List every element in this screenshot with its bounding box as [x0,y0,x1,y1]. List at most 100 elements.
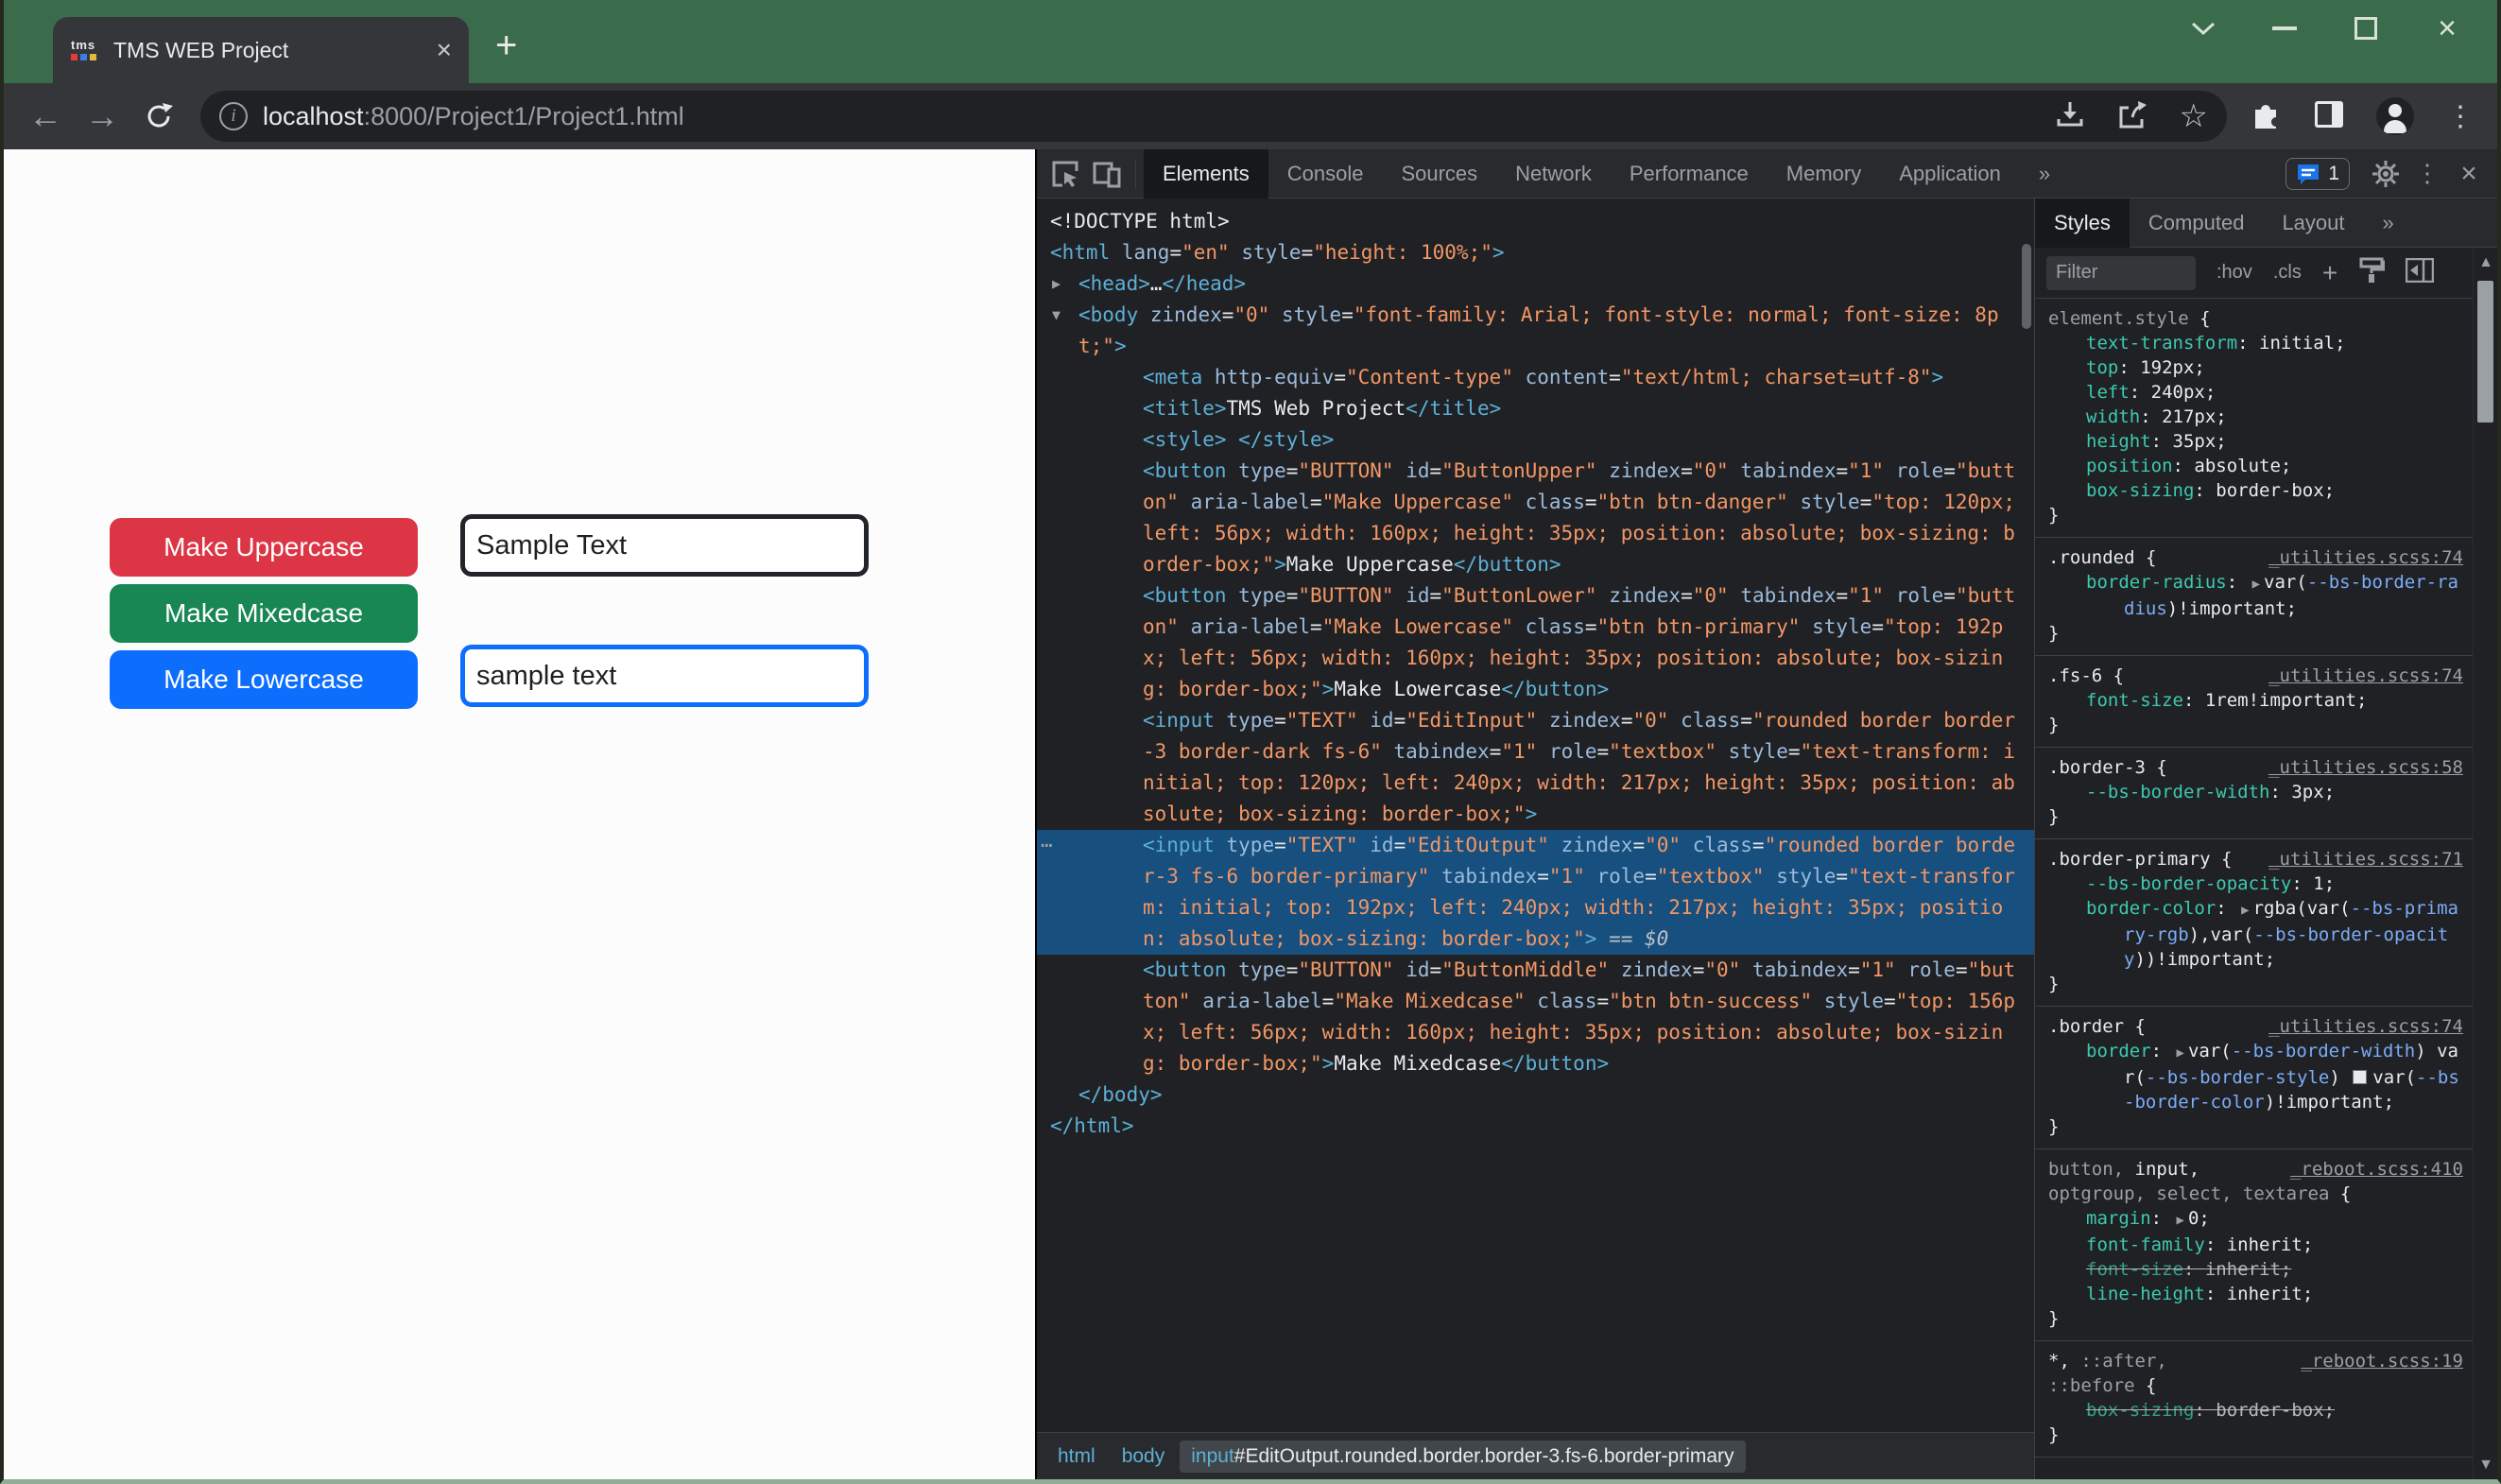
scroll-up-icon[interactable]: ▲ [2474,254,2498,271]
css-property[interactable]: --bs-border-opacity: 1; [2048,871,2463,896]
more-tabs-chevron[interactable]: » [2020,149,2069,198]
devtools-tab-sources[interactable]: Sources [1382,149,1496,198]
property-name[interactable]: font-size [2086,1259,2183,1280]
expand-value-arrow-icon[interactable]: ▶ [2249,577,2264,592]
device-toolbar-icon[interactable] [1086,155,1128,193]
property-name[interactable]: border [2086,1041,2151,1061]
bookmark-star-icon[interactable]: ☆ [2180,97,2208,135]
property-name[interactable]: left [2086,382,2130,403]
edit-input-field[interactable] [460,514,869,577]
dom-tree-node[interactable]: <button type="BUTTON" id="ButtonMiddle" … [1037,955,2034,1079]
css-property[interactable]: width: 217px; [2048,405,2463,429]
property-name[interactable]: font-size [2086,690,2183,711]
share-icon[interactable] [2117,100,2147,133]
dom-tree-node[interactable]: <style> </style> [1037,424,2034,456]
dom-tree-node[interactable]: </html> [1037,1111,2034,1142]
collapse-arrow-icon[interactable]: ▼ [1052,300,1061,331]
cls-toggle[interactable]: .cls [2273,262,2302,284]
close-button[interactable]: × [2433,12,2461,44]
css-property[interactable]: text-transform: initial; [2048,331,2463,355]
stylesheet-source-link[interactable]: _utilities.scss:58 [2268,755,2463,780]
breadcrumb-item[interactable]: html [1046,1441,1107,1473]
dom-tree-node[interactable]: ▶ <head>…</head> [1037,268,2034,300]
site-info-icon[interactable]: i [219,102,248,130]
css-property[interactable]: margin: ▶ 0; [2048,1206,2463,1233]
back-button[interactable]: ← [21,96,70,136]
sidebar-toggle-icon[interactable] [2405,257,2435,287]
issues-badge[interactable]: 1 [2285,157,2350,190]
dom-tree-node[interactable]: <button type="BUTTON" id="ButtonUpper" z… [1037,456,2034,580]
property-name[interactable]: font-family [2086,1234,2205,1255]
rule-selector[interactable]: .border { [2048,1016,2146,1037]
breadcrumb-item[interactable]: input#EditOutput.rounded.border.border-3… [1180,1440,1746,1473]
page-button-make-uppercase[interactable]: Make Uppercase [110,518,418,577]
new-style-rule-button[interactable]: + [2322,258,2337,288]
property-name[interactable]: position [2086,456,2173,476]
dom-tree-node[interactable]: <html lang="en" style="height: 100%;"> [1037,237,2034,268]
elements-scrollbar-thumb[interactable] [2022,244,2031,329]
property-name[interactable]: line-height [2086,1284,2205,1304]
css-property[interactable]: height: 35px; [2048,429,2463,454]
stylesheet-source-link[interactable]: _utilities.scss:74 [2268,545,2463,570]
css-property[interactable]: box-sizing: border-box; [2048,1398,2463,1423]
property-name[interactable]: height [2086,431,2151,452]
rule-selector[interactable]: .border-primary { [2048,849,2232,870]
property-name[interactable]: margin [2086,1208,2151,1229]
css-property[interactable]: --bs-border-width: 3px; [2048,780,2463,804]
css-property[interactable]: border: ▶ var(--bs-border-width) var(--bs… [2048,1039,2463,1114]
rule-selector[interactable]: .fs-6 { [2048,665,2124,686]
browser-tab[interactable]: tms TMS WEB Project × [53,17,469,83]
inspect-element-icon[interactable] [1044,155,1086,193]
edit-output-field[interactable] [460,645,869,707]
dom-tree-node[interactable]: ▼ <body zindex="0" style="font-family: Ar… [1037,300,2034,362]
rule-selector[interactable]: .border-3 { [2048,757,2167,778]
css-property[interactable]: position: absolute; [2048,454,2463,478]
install-icon[interactable] [2055,100,2085,133]
property-name[interactable]: --bs-border-width [2086,782,2269,802]
sidebar-tab-layout[interactable]: Layout [2263,198,2363,248]
property-name[interactable]: width [2086,406,2140,427]
more-sidebar-tabs-chevron[interactable]: » [2364,198,2413,248]
expand-value-arrow-icon[interactable]: ▶ [2173,1045,2188,1061]
css-property[interactable]: line-height: inherit; [2048,1282,2463,1306]
expand-arrow-icon[interactable]: ▶ [1052,268,1061,300]
css-property[interactable]: font-family: inherit; [2048,1233,2463,1257]
rule-selector[interactable]: .rounded { [2048,547,2156,568]
page-button-make-lowercase[interactable]: Make Lowercase [110,650,418,709]
forward-button[interactable]: → [78,96,127,136]
css-property[interactable]: border-radius: ▶ var(--bs-border-radius)!… [2048,570,2463,621]
styles-scrollbar-thumb[interactable] [2477,281,2493,423]
reload-button[interactable] [134,100,183,132]
stylesheet-source-link[interactable]: _utilities.scss:74 [2268,1014,2463,1039]
css-property[interactable]: top: 192px; [2048,355,2463,380]
dom-tree-node[interactable]: <input type="TEXT" id="EditInput" zindex… [1037,705,2034,830]
property-name[interactable]: top [2086,357,2118,378]
property-name[interactable]: text-transform [2086,333,2237,354]
expand-value-arrow-icon[interactable]: ▶ [2173,1213,2188,1228]
devtools-close-icon[interactable]: × [2448,155,2490,193]
property-name[interactable]: box-sizing [2086,480,2194,501]
property-name[interactable]: box-sizing [2086,1400,2194,1421]
devtools-settings-gear-icon[interactable] [2365,155,2406,193]
stylesheet-source-link[interactable]: _utilities.scss:71 [2268,847,2463,871]
devtools-tab-performance[interactable]: Performance [1611,149,1768,198]
sidebar-tab-styles[interactable]: Styles [2035,198,2130,248]
scroll-down-icon[interactable]: ▼ [2474,1457,2498,1474]
node-options-dots-icon[interactable]: ⋯ [1041,830,1055,861]
styles-scrollbar[interactable]: ▲ ▼ [2473,249,2497,1479]
profile-avatar[interactable] [2376,97,2414,135]
breadcrumb-item[interactable]: body [1111,1441,1177,1473]
css-property[interactable]: font-size: inherit; [2048,1257,2463,1282]
css-property[interactable]: left: 240px; [2048,380,2463,405]
window-chevron-icon[interactable] [2189,14,2217,43]
devtools-tab-application[interactable]: Application [1880,149,2020,198]
property-name[interactable]: border-color [2086,898,2216,919]
devtools-tab-elements[interactable]: Elements [1144,148,1268,198]
stylesheet-source-link[interactable]: _reboot.scss:19 [2301,1349,2463,1373]
rule-selector[interactable]: element.style { [2048,308,2211,329]
stylesheet-source-link[interactable]: _reboot.scss:410 [2290,1157,2463,1182]
property-name[interactable]: border-radius [2086,572,2227,593]
minimize-button[interactable] [2270,14,2299,43]
expand-value-arrow-icon[interactable]: ▶ [2237,903,2252,918]
css-property[interactable]: border-color: ▶ rgba(var(--bs-primary-rgb… [2048,896,2463,972]
